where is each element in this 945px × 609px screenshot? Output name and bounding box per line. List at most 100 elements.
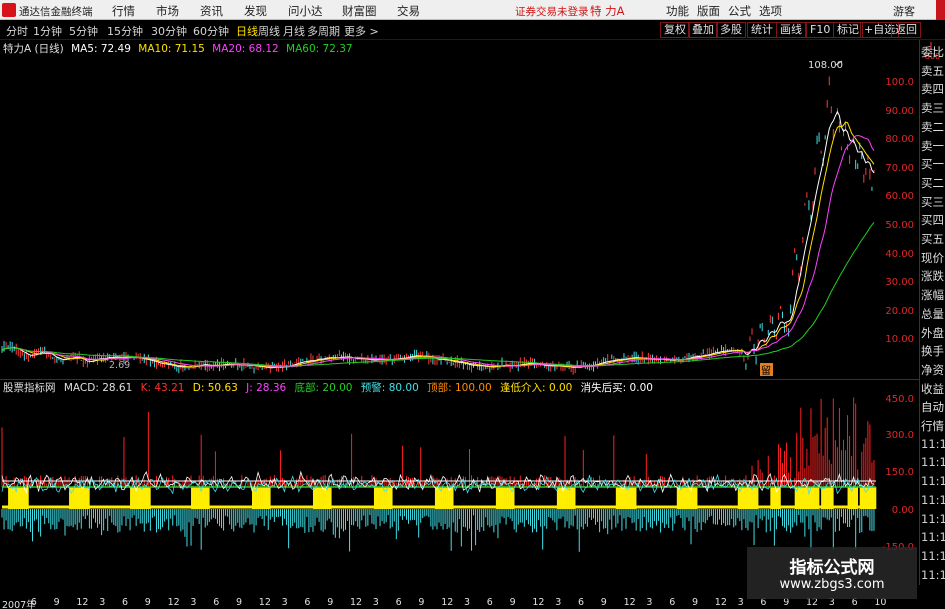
ind-y-tick: 150.0 <box>885 467 914 478</box>
sidebar-item[interactable]: 外盘 <box>920 325 945 341</box>
sidebar-item[interactable]: 买二 <box>920 175 945 191</box>
tab-weekly[interactable]: 周线 <box>258 23 280 39</box>
x-tick: 3 <box>190 597 197 608</box>
btn-duogu[interactable]: 多股 <box>716 22 746 38</box>
period-toolbar: 分时 1分钟 5分钟 15分钟 30分钟 60分钟 日线 周线 月线 多周期 更… <box>0 20 945 61</box>
x-tick: 3 <box>555 597 562 608</box>
sidebar-item[interactable]: 11:1 <box>920 437 945 451</box>
sidebar-item[interactable]: 涨跌 <box>920 268 945 284</box>
btn-f10[interactable]: F10 <box>806 22 835 38</box>
x-tick: 6 <box>669 597 676 608</box>
menu-banmian[interactable]: 版面 <box>697 3 720 19</box>
btn-diejia[interactable]: 叠加 <box>688 22 718 38</box>
x-tick: 6 <box>213 597 220 608</box>
current-stock: 特 力A <box>590 4 625 18</box>
sidebar-item[interactable]: 买五 <box>920 231 945 247</box>
price-axis: 100.0 90.00 80.00 70.00 60.00 50.00 40.0… <box>878 57 918 585</box>
sidebar-item[interactable]: 买四 <box>920 212 945 228</box>
tab-1min[interactable]: 1分钟 <box>33 23 62 39</box>
tab-more[interactable]: 更多 > <box>344 23 379 39</box>
menu-zixun[interactable]: 资讯 <box>200 3 223 19</box>
main-chart-header: 特力A (日线) MA5: 72.49 MA10: 71.15 MA20: 68… <box>0 41 357 57</box>
sidebar-item[interactable]: 卖三 <box>920 100 945 116</box>
login-status[interactable]: 证券交易未登录 <box>515 4 589 19</box>
sidebar-item[interactable]: 现价 <box>920 250 945 266</box>
menu-wenxiaoda[interactable]: 问小达 <box>288 3 323 19</box>
btn-tongji[interactable]: 统计 <box>747 22 777 38</box>
menu-caifuquan[interactable]: 财富圈 <box>342 3 377 19</box>
flag-marker-text: 留 <box>761 364 771 377</box>
sidebar-item[interactable]: 11:1 <box>920 474 945 488</box>
menu-jiaoyi[interactable]: 交易 <box>397 3 420 19</box>
guest-label[interactable]: 游客 <box>893 3 915 19</box>
sidebar-item[interactable]: 自动 <box>920 399 945 415</box>
tab-30min[interactable]: 30分钟 <box>151 23 187 39</box>
moving-average-line <box>1 121 875 368</box>
kline-chart[interactable]: 108.00 2.69 留 <box>0 57 878 597</box>
sidebar-item[interactable]: 11:1 <box>920 493 945 507</box>
sidebar-item[interactable]: 11:1 <box>920 455 945 469</box>
menu-gongshi[interactable]: 公式 <box>728 3 751 19</box>
x-tick: 3 <box>372 597 379 608</box>
tab-15min[interactable]: 15分钟 <box>107 23 143 39</box>
ma20-label: MA20: 68.12 <box>212 43 279 55</box>
x-tick: 9 <box>236 597 243 608</box>
menu-shichang[interactable]: 市场 <box>156 3 179 19</box>
price-plot <box>1 76 875 375</box>
y-tick: 80.00 <box>885 134 914 145</box>
sidebar-item[interactable]: 净资 <box>920 362 945 378</box>
x-tick: 9 <box>144 597 151 608</box>
btn-biaoji[interactable]: 标记 <box>833 22 863 38</box>
menu-gongneng[interactable]: 功能 <box>666 3 689 19</box>
btn-fanhui[interactable]: 返回 <box>891 22 921 38</box>
x-tick: 6 <box>122 597 129 608</box>
x-tick: 3 <box>99 597 106 608</box>
y-tick: 40.00 <box>885 249 914 260</box>
sidebar-item[interactable]: 11:1 <box>920 549 945 563</box>
x-tick: 9 <box>692 597 699 608</box>
y-tick: 30.00 <box>885 277 914 288</box>
x-tick: 3 <box>737 597 744 608</box>
x-tick: 9 <box>600 597 607 608</box>
sidebar-item[interactable]: 换手 <box>920 343 945 359</box>
sidebar-item[interactable]: 总量 <box>920 306 945 322</box>
sidebar-item[interactable]: 涨幅 <box>920 287 945 303</box>
menu-bar: 通达信金融终端 行情 市场 资讯 发现 问小达 财富圈 交易 证券交易未登录 特… <box>0 0 945 20</box>
tab-multi-period[interactable]: 多周期 <box>307 23 340 39</box>
x-tick: 9 <box>53 597 60 608</box>
tab-fenshi[interactable]: 分时 <box>6 23 28 39</box>
watermark-url: www.zbgs3.com <box>779 577 885 592</box>
sidebar-item[interactable]: 行情 <box>920 418 945 434</box>
sidebar-item[interactable]: 卖二 <box>920 119 945 135</box>
ind-y-tick: 450.0 <box>885 394 914 405</box>
tab-60min[interactable]: 60分钟 <box>193 23 229 39</box>
sidebar-item[interactable]: 买三 <box>920 194 945 210</box>
sidebar-item[interactable]: 11:1 <box>920 512 945 526</box>
sidebar-item[interactable]: 委比 <box>920 44 945 60</box>
tab-monthly[interactable]: 月线 <box>283 23 305 39</box>
ma10-label: MA10: 71.15 <box>138 43 205 55</box>
sidebar-item[interactable]: 卖五 <box>920 63 945 79</box>
sidebar-item[interactable]: 收益 <box>920 381 945 397</box>
app-title: 通达信金融终端 <box>19 6 93 18</box>
high-price-label: 108.00 <box>808 60 843 71</box>
tab-5min[interactable]: 5分钟 <box>69 23 98 39</box>
sidebar-item[interactable]: 买一 <box>920 156 945 172</box>
menu-faxian[interactable]: 发现 <box>244 3 267 19</box>
x-tick: 6 <box>578 597 585 608</box>
x-tick: 12 <box>441 597 454 608</box>
menu-xuanxiang[interactable]: 选项 <box>759 3 782 19</box>
x-tick: 12 <box>714 597 727 608</box>
tab-daily[interactable]: 日线 <box>236 23 258 39</box>
btn-fuquan[interactable]: 复权 <box>660 22 690 38</box>
y-tick: 50.00 <box>885 220 914 231</box>
x-tick: 6 <box>30 597 37 608</box>
menu-hangqing[interactable]: 行情 <box>112 3 135 19</box>
x-tick: 12 <box>350 597 363 608</box>
sidebar-item[interactable]: 卖一 <box>920 138 945 154</box>
sidebar-item[interactable]: 卖四 <box>920 81 945 97</box>
sidebar-item[interactable]: 11:1 <box>920 530 945 544</box>
btn-huaxian[interactable]: 画线 <box>776 22 806 38</box>
moving-average-line <box>1 110 875 369</box>
sidebar-item[interactable]: 11:1 <box>920 568 945 582</box>
